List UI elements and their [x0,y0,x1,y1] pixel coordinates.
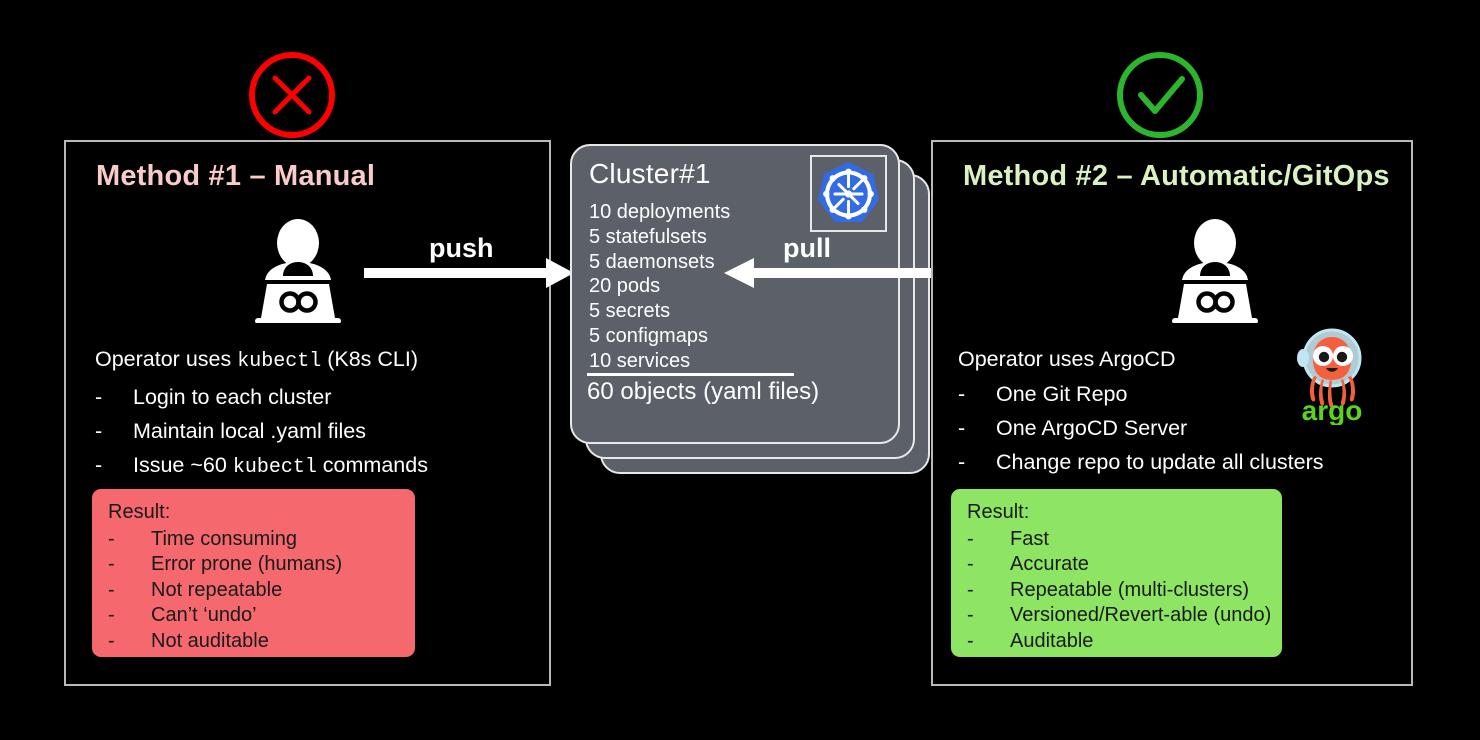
page-title-method-2: Method #2 – Automatic/GitOps [963,160,1390,192]
list-item: - One ArgoCD Server [958,413,1324,443]
list-item: 10 services [589,349,691,372]
argo-wordmark: argo [1302,395,1363,425]
list-item: - Accurate [951,552,1282,578]
bullet-marker: - [108,527,115,550]
list-item: - Not auditable [92,629,415,655]
list-item-label: Can’t ‘undo’ [151,604,257,626]
bullet-marker: - [958,450,966,474]
bullet-marker: - [967,553,974,575]
list-item: 5 statefulsets [589,225,707,248]
list-item-label: Login to each cluster [133,385,332,409]
result-box-manual: Result: - Time consuming - Error prone (hu… [92,489,415,657]
bullet-marker: - [967,629,974,652]
method-1-description: Operator uses kubectl (K8s CLI) - Login t… [95,344,428,487]
list-item-label: Not auditable [151,629,269,652]
list-item: - Issue ~60 kubectl commands [95,450,428,483]
bullet-marker: - [95,419,103,443]
list-item-label: Issue ~60 [133,453,233,477]
kubectl-token: kubectl [232,456,317,479]
result-box-gitops: Result: - Fast - Accurate - Repeatable (mul… [951,489,1282,657]
desc-lead-right: Operator uses ArgoCD [958,347,1176,371]
bullet-marker: - [95,385,103,409]
operator-at-laptop-icon [243,218,353,324]
list-item: 20 pods [589,275,661,298]
list-item: 5 secrets [589,300,671,323]
diagram-canvas: Method #1 – Manual Operator uses kubectl… [0,0,1480,740]
list-item: - Login to each cluster [95,382,428,412]
list-item: - Fast [951,527,1282,553]
list-item: - One Git Repo [958,379,1324,409]
list-item: - Change repo to update all clusters [958,447,1324,477]
pull-arrow-icon [722,250,962,296]
bullet-marker: - [958,416,966,440]
push-arrow-icon [364,250,576,296]
bullet-marker: - [967,604,974,626]
bullet-marker: - [958,382,966,406]
list-item-label: One Git Repo [996,382,1128,406]
list-item-label: Accurate [1010,553,1089,575]
bullet-marker: - [108,553,115,575]
list-item-label: One ArgoCD Server [996,416,1188,440]
list-item-label: Auditable [1010,629,1094,652]
check-circle-icon [1112,47,1208,143]
list-item: 10 deployments [589,201,731,223]
cluster-stack: Cluster#1 10 deployments 5 statefulsets … [570,144,930,474]
desc-lead-left: Operator uses kubectl (K8s CLI) [95,347,419,373]
list-item: 5 daemonsets [589,250,715,273]
list-item-label: Fast [1010,527,1049,550]
list-item-label: Not repeatable [151,578,283,601]
list-item: - Not repeatable [92,578,415,604]
result-heading: Result: [967,501,1030,523]
list-item: - Error prone (humans) [92,552,415,578]
divider [587,373,794,376]
cluster-name-label: Cluster#1 [589,158,711,189]
cluster-total-label: 60 objects (yaml files) [587,378,820,405]
argo-octopus-logo-icon: argo [1288,325,1376,426]
kubectl-token: kubectl [237,350,322,373]
list-item-label: Repeatable (multi-clusters) [1010,578,1249,601]
list-item-label: Maintain local .yaml files [133,419,367,443]
page-title-method-1: Method #1 – Manual [96,160,376,192]
list-item-label: Error prone (humans) [151,553,343,575]
method-2-description: Operator uses ArgoCD - One Git Repo - One … [958,344,1324,481]
bullet-marker: - [108,604,115,626]
list-item: - Auditable [951,629,1282,655]
list-item: - Repeatable (multi-clusters) [951,578,1282,604]
bullet-marker: - [967,578,974,601]
list-item: - Can’t ‘undo’ [92,603,415,629]
list-item-label: Time consuming [151,527,297,550]
cross-circle-icon [244,47,340,143]
list-item-label: Versioned/Revert-able (undo) [1010,604,1272,626]
list-item: - Versioned/Revert-able (undo) [951,603,1282,629]
kubernetes-helm-wheel-icon [810,155,887,232]
list-item-label: Change repo to update all clusters [996,450,1324,474]
list-item: - Time consuming [92,527,415,553]
list-item: 5 configmaps [589,324,708,347]
cluster-object-list: 10 deployments 5 statefulsets 5 daemonse… [589,200,730,374]
bullet-marker: - [95,453,103,477]
bullet-marker: - [108,578,115,601]
result-heading: Result: [108,501,171,523]
list-item-suffix: commands [316,453,428,477]
list-item: - Maintain local .yaml files [95,416,428,446]
operator-at-laptop-icon [1160,218,1270,324]
bullet-marker: - [967,527,974,550]
bullet-marker: - [108,629,115,652]
